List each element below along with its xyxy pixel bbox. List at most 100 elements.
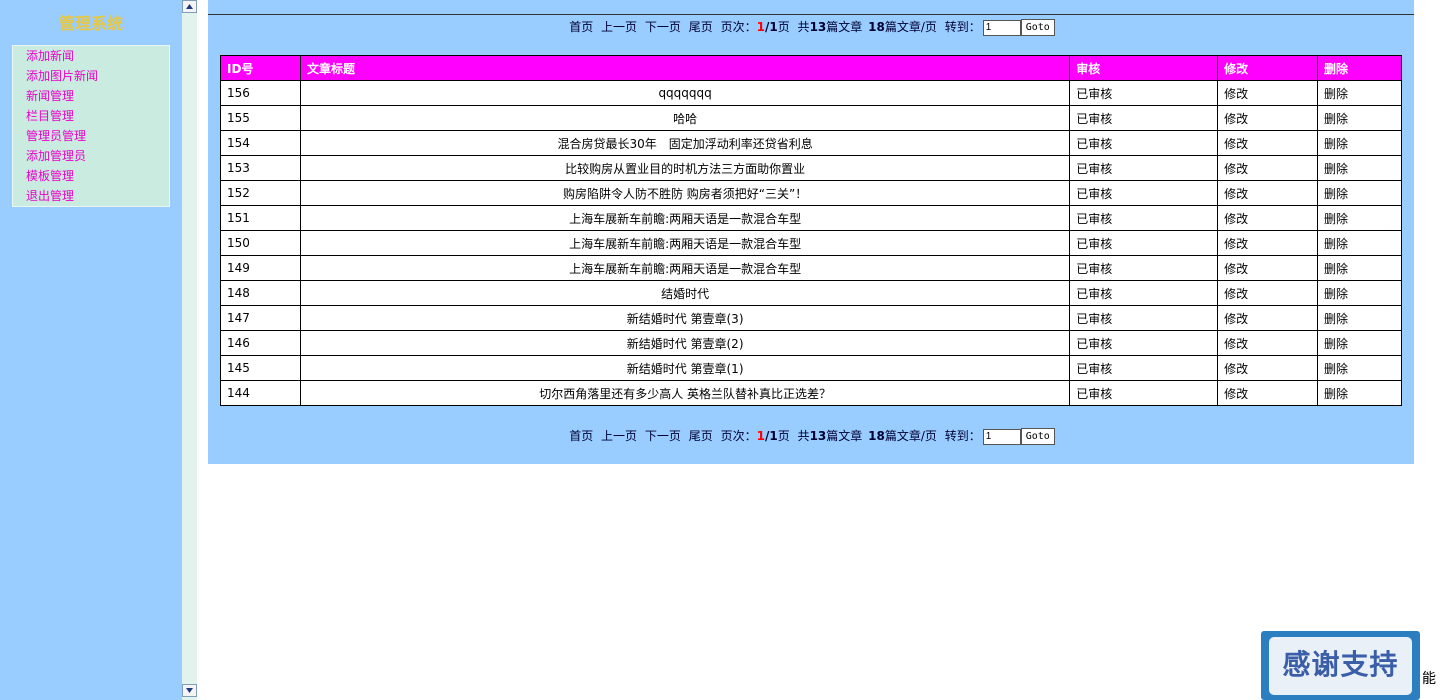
delete-link[interactable]: 删除 [1317, 130, 1402, 156]
cell-id: 146 [220, 330, 301, 356]
table-row: 155 哈哈 已审核 修改 删除 [220, 105, 1402, 131]
edit-link[interactable]: 修改 [1217, 105, 1319, 131]
pager-page-suffix: 页 [777, 429, 790, 443]
cell-id: 156 [220, 80, 301, 106]
pager-last-link[interactable]: 尾页 [689, 20, 713, 34]
main-panel: 首页 上一页 下一页 尾页 页次：1/1页 共13篇文章 18篇文章/页 转到：… [208, 0, 1414, 464]
table-row: 150 上海车展新车前瞻:两厢天语是一款混合车型 已审核 修改 删除 [220, 230, 1402, 256]
pager-prev-link[interactable]: 上一页 [601, 429, 637, 443]
delete-link[interactable]: 删除 [1317, 355, 1402, 381]
pager-next-link[interactable]: 下一页 [645, 20, 681, 34]
table-row: 146 新结婚时代 第壹章(2) 已审核 修改 删除 [220, 330, 1402, 356]
table-header-row: ID号 文章标题 审核 修改 删除 [220, 55, 1402, 81]
pager-total-articles: 13 [809, 429, 827, 443]
pager-goto-button[interactable]: Goto [1020, 428, 1055, 445]
edit-link[interactable]: 修改 [1217, 305, 1319, 331]
sidebar: 管理系统 添加新闻 添加图片新闻 新闻管理 栏目管理 管理员管理 添加管理员 模… [0, 0, 182, 700]
pager-first-link[interactable]: 首页 [569, 20, 593, 34]
cell-id: 155 [220, 105, 301, 131]
cell-id: 153 [220, 155, 301, 181]
table-row: 145 新结婚时代 第壹章(1) 已审核 修改 删除 [220, 355, 1402, 381]
news-table: ID号 文章标题 审核 修改 删除 156 qqqqqqq 已审核 修改 删除 155 哈哈… [220, 55, 1402, 406]
pager-goto-input[interactable] [982, 19, 1021, 36]
cell-id: 150 [220, 230, 301, 256]
edit-link[interactable]: 修改 [1217, 230, 1319, 256]
delete-link[interactable]: 删除 [1317, 380, 1402, 406]
header-id: ID号 [220, 55, 301, 81]
delete-link[interactable]: 删除 [1317, 180, 1402, 206]
edit-link[interactable]: 修改 [1217, 355, 1319, 381]
table-row: 149 上海车展新车前瞻:两厢天语是一款混合车型 已审核 修改 删除 [220, 255, 1402, 281]
pager-total-pages: 1 [769, 20, 778, 34]
cell-id: 147 [220, 305, 301, 331]
pager-current-page: 1 [756, 429, 765, 443]
table-row: 156 qqqqqqq 已审核 修改 删除 [220, 80, 1402, 106]
scroll-up-button[interactable] [182, 0, 197, 13]
delete-link[interactable]: 删除 [1317, 305, 1402, 331]
table-row: 154 混合房贷最长30年 固定加浮动利率还贷省利息 已审核 修改 删除 [220, 130, 1402, 156]
delete-link[interactable]: 删除 [1317, 155, 1402, 181]
cell-audit-status: 已审核 [1069, 155, 1219, 181]
cell-title: 切尔西角落里还有多少高人 英格兰队替补真比正选差？ [299, 380, 1071, 406]
table-body: 156 qqqqqqq 已审核 修改 删除 155 哈哈 已审核 修改 删除 154 混合房贷最长30… [220, 80, 1402, 406]
delete-link[interactable]: 删除 [1317, 280, 1402, 306]
cell-id: 154 [220, 130, 301, 156]
table-row: 151 上海车展新车前瞻:两厢天语是一款混合车型 已审核 修改 删除 [220, 205, 1402, 231]
pager-last-link[interactable]: 尾页 [689, 429, 713, 443]
arrow-down-icon [186, 688, 193, 693]
edit-link[interactable]: 修改 [1217, 330, 1319, 356]
edit-link[interactable]: 修改 [1217, 130, 1319, 156]
delete-link[interactable]: 删除 [1317, 105, 1402, 131]
menu-item-template-manage[interactable]: 模板管理 [13, 166, 169, 186]
cell-audit-status: 已审核 [1069, 380, 1219, 406]
cell-audit-status: 已审核 [1069, 80, 1219, 106]
pager-current-page: 1 [756, 20, 765, 34]
edit-link[interactable]: 修改 [1217, 80, 1319, 106]
delete-link[interactable]: 删除 [1317, 230, 1402, 256]
pager-next-link[interactable]: 下一页 [645, 429, 681, 443]
menu-item-logout[interactable]: 退出管理 [13, 186, 169, 206]
pager-prev-link[interactable]: 上一页 [601, 20, 637, 34]
header-edit: 修改 [1217, 55, 1319, 81]
cell-audit-status: 已审核 [1069, 180, 1219, 206]
cell-audit-status: 已审核 [1069, 105, 1219, 131]
sidebar-menu: 添加新闻 添加图片新闻 新闻管理 栏目管理 管理员管理 添加管理员 模板管理 退… [12, 45, 170, 207]
cell-title: 新结婚时代 第壹章(1) [299, 355, 1071, 381]
menu-item-add-news[interactable]: 添加新闻 [13, 46, 169, 66]
pager-goto-input[interactable] [982, 428, 1021, 445]
support-badge[interactable]: 感谢支持 [1261, 631, 1420, 700]
pager-total-pages: 1 [769, 429, 778, 443]
pager-goto-button[interactable]: Goto [1020, 19, 1055, 36]
edit-link[interactable]: 修改 [1217, 205, 1319, 231]
menu-item-admin-manage[interactable]: 管理员管理 [13, 126, 169, 146]
delete-link[interactable]: 删除 [1317, 255, 1402, 281]
delete-link[interactable]: 删除 [1317, 205, 1402, 231]
cell-title: qqqqqqq [299, 80, 1071, 106]
menu-item-column-manage[interactable]: 栏目管理 [13, 106, 169, 126]
menu-item-add-admin[interactable]: 添加管理员 [13, 146, 169, 166]
cell-audit-status: 已审核 [1069, 255, 1219, 281]
pager-total-suffix: 篇文章 [826, 20, 863, 34]
scroll-down-button[interactable] [182, 684, 197, 697]
menu-item-news-manage[interactable]: 新闻管理 [13, 86, 169, 106]
cell-id: 149 [220, 255, 301, 281]
support-badge-label: 感谢支持 [1269, 637, 1412, 695]
delete-link[interactable]: 删除 [1317, 330, 1402, 356]
edit-link[interactable]: 修改 [1217, 380, 1319, 406]
delete-link[interactable]: 删除 [1317, 80, 1402, 106]
pager-goto-label: 转到： [944, 20, 981, 34]
frame-scrollbar[interactable] [182, 0, 197, 700]
pager-first-link[interactable]: 首页 [569, 429, 593, 443]
pager-per-page-suffix: 篇文章/页 [884, 429, 937, 443]
edit-link[interactable]: 修改 [1217, 155, 1319, 181]
cell-id: 148 [220, 280, 301, 306]
edit-link[interactable]: 修改 [1217, 280, 1319, 306]
cell-title: 新结婚时代 第壹章(3) [299, 305, 1071, 331]
cell-id: 144 [220, 380, 301, 406]
edit-link[interactable]: 修改 [1217, 255, 1319, 281]
menu-item-add-image-news[interactable]: 添加图片新闻 [13, 66, 169, 86]
pager-bottom: 首页 上一页 下一页 尾页 页次：1/1页 共13篇文章 18篇文章/页 转到：… [208, 427, 1414, 445]
edit-link[interactable]: 修改 [1217, 180, 1319, 206]
pager-total-articles: 13 [809, 20, 827, 34]
pager-page-label: 页次： [720, 20, 757, 34]
